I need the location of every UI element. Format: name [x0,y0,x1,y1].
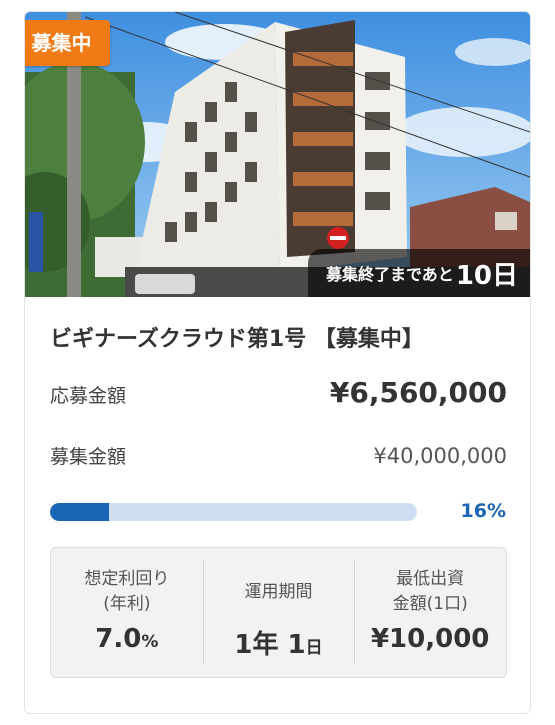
stat-period-label: 運用期間 [244,581,313,602]
stat-min-investment: 最低出資 金額(1口) ¥10,000 [354,548,506,677]
applied-amount-value: ¥6,560,000 [329,376,507,409]
stat-min-investment-value: ¥10,000 [354,624,506,654]
fund-title[interactable]: ビギナーズクラウド第1号 【募集中】 [50,321,424,353]
stat-yield-label: 想定利回り (年利) [84,569,170,614]
stat-period-number: 1年 1 [234,630,306,660]
countdown-banner: 募集終了まであと 10日 [307,249,530,297]
progress-percent: 16% [460,500,506,522]
stat-yield-unit: % [141,632,159,652]
applied-amount-row: 応募金額 ¥6,560,000 [50,376,507,409]
countdown-days: 10日 [455,260,518,291]
fund-stats-box: 想定利回り (年利) 7.0% 運用期間 1年 1日 最低出資 金額(1口) ¥… [50,547,507,678]
stat-yield-value: 7.0% [51,624,203,654]
progress-bar [50,503,417,521]
stat-period: 運用期間 1年 1日 [202,548,355,677]
target-amount-row: 募集金額 ¥40,000,000 [50,442,507,469]
stat-yield-number: 7.0 [95,624,142,654]
stat-yield: 想定利回り (年利) 7.0% [51,548,203,677]
stat-min-investment-number: ¥10,000 [370,624,490,654]
stat-period-unit: 日 [305,638,323,658]
target-amount-label: 募集金額 [50,446,127,468]
applied-amount-label: 応募金額 [50,385,127,407]
fund-card[interactable]: 募集終了まであと 10日 募集中 ビギナーズクラウド第1号 【募集中】 応募金額… [24,11,531,714]
status-badge: 募集中 [25,20,110,66]
stat-min-investment-label: 最低出資 金額(1口) [392,569,468,614]
target-amount-value: ¥40,000,000 [373,444,507,468]
progress-bar-fill [50,503,109,521]
stat-period-value: 1年 1日 [203,624,355,661]
countdown-prefix: 募集終了まであと [325,265,454,284]
